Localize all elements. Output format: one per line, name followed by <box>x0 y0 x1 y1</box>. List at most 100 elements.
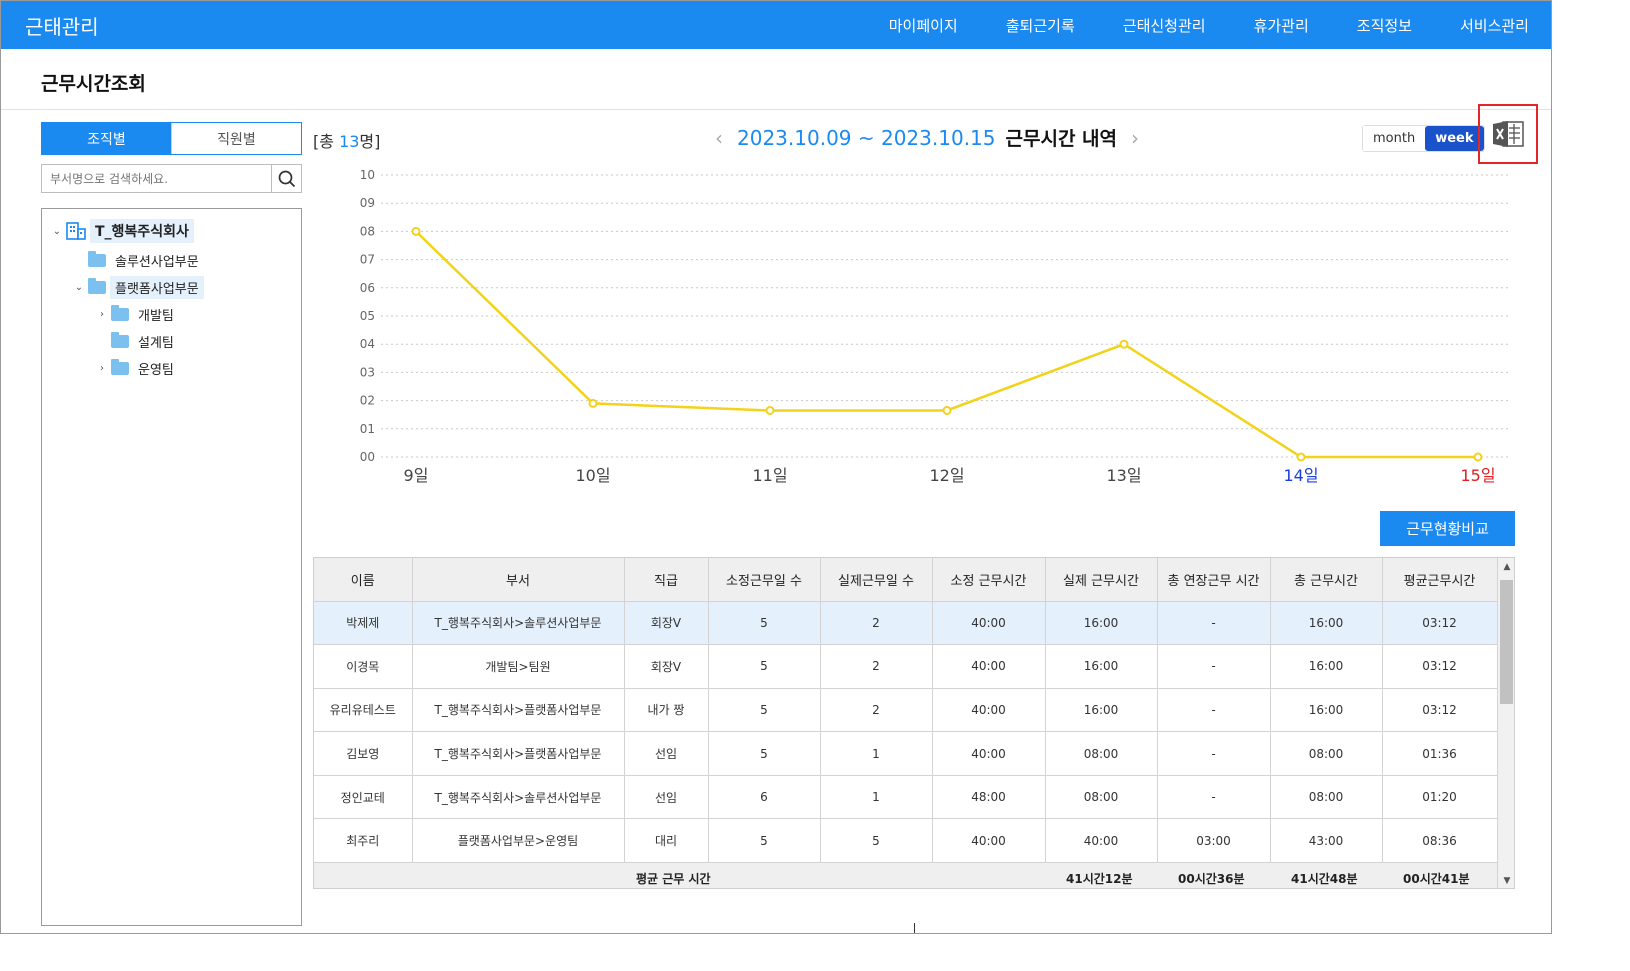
month-button[interactable]: month <box>1363 126 1426 151</box>
cell-overtime: - <box>1157 775 1271 820</box>
tree-node-design[interactable]: 설계팀 <box>97 330 179 353</box>
compare-status-button[interactable]: 근무현황비교 <box>1380 511 1515 546</box>
chevron-down-icon[interactable]: ⌄ <box>74 282 84 293</box>
search-button[interactable] <box>271 165 301 192</box>
folder-icon <box>111 359 129 375</box>
app-title[interactable]: 근태관리 <box>25 11 99 40</box>
range-title: 근무시간 내역 <box>1005 128 1118 150</box>
cell-avg-hours: 03:12 <box>1382 644 1498 689</box>
text-cursor <box>914 923 915 933</box>
table-row[interactable]: 최주리 플랫폼사업부문>운영팀 대리 5 5 40:00 40:00 03:00 43:00 08… <box>314 818 1498 864</box>
col-scheduled-days[interactable]: 소정근무일 수 <box>708 558 821 602</box>
cell-name: 정인교테 <box>314 775 413 820</box>
cell-scheduled-hours: 48:00 <box>932 775 1046 820</box>
cell-scheduled-days: 6 <box>708 775 821 820</box>
cell-position: 회장V <box>624 644 709 689</box>
table-row[interactable]: 이경목 개발팀>팀원 회장V 5 2 40:00 16:00-16:00 03:12 <box>314 644 1498 689</box>
cell-position: 내가 짱 <box>624 688 709 733</box>
cell-actual-days: 1 <box>820 731 933 776</box>
x-tick-label: 10일 <box>575 466 610 485</box>
nav-org-info[interactable]: 조직정보 <box>1357 15 1412 36</box>
table-scrollbar[interactable]: ▲ ▼ <box>1497 558 1514 888</box>
cell-name: 유리유테스트 <box>314 688 413 733</box>
cell-actual-hours: 16:00 <box>1045 644 1158 689</box>
cell-actual-days: 2 <box>820 688 933 733</box>
cell-overtime: - <box>1157 731 1271 776</box>
col-overtime[interactable]: 총 연장근무 시간 <box>1157 558 1271 602</box>
folder-icon <box>111 332 129 348</box>
cell-dept: T_행복주식회사>솔루션사업부문 <box>412 601 625 646</box>
data-point <box>942 405 952 415</box>
prev-week-button[interactable]: ‹ <box>701 126 737 150</box>
table-row[interactable]: 김보영 T_행복주식회사>플랫폼사업부문 선임 5 1 40:00 08:00-08:00 0… <box>314 731 1498 776</box>
tree-node-solution[interactable]: 솔루션사업부문 <box>74 249 204 272</box>
tab-by-employee[interactable]: 직원별 <box>171 123 301 154</box>
cell-avg-hours: 08:36 <box>1382 818 1498 864</box>
chevron-right-icon[interactable]: › <box>97 309 107 320</box>
tree-node-root[interactable]: ⌄ T_행복주식회사 <box>52 219 194 243</box>
table-footer: 평균 근무 시간 41시간12분 00시간36분 41시간48분 00시간41분 <box>314 862 1497 888</box>
table-row[interactable]: 박제제 T_행복주식회사>솔루션사업부문 회장V 5 2 40:00 16:00-16:00… <box>314 601 1498 646</box>
cell-scheduled-hours: 40:00 <box>932 688 1046 733</box>
excel-download-button[interactable] <box>1478 104 1538 164</box>
folder-icon <box>111 305 129 321</box>
total-suffix: 명] <box>359 132 381 151</box>
nav-mypage[interactable]: 마이페이지 <box>889 15 958 36</box>
nav-attendance-record[interactable]: 출퇴근기록 <box>1006 15 1075 36</box>
date-range: 2023.10.09 ~ 2023.10.15 <box>737 125 996 150</box>
data-point <box>1119 339 1129 349</box>
footer-actual: 41시간12분 <box>1066 872 1133 886</box>
cell-actual-days: 2 <box>820 644 933 689</box>
folder-icon <box>88 251 106 267</box>
table-row[interactable]: 유리유테스트 T_행복주식회사>플랫폼사업부문 내가 짱 5 2 40:00 16:00-1… <box>314 688 1498 733</box>
tree-node-dev[interactable]: › 개발팀 <box>97 303 179 326</box>
chevron-down-icon[interactable]: ⌄ <box>52 226 62 237</box>
cell-scheduled-days: 5 <box>708 731 821 776</box>
col-total-hours[interactable]: 총 근무시간 <box>1270 558 1383 602</box>
cell-scheduled-hours: 40:00 <box>932 731 1046 776</box>
cell-scheduled-hours: 40:00 <box>932 644 1046 689</box>
cell-dept: 개발팀>팀원 <box>412 644 625 689</box>
col-dept[interactable]: 부서 <box>412 558 625 602</box>
cell-actual-hours: 08:00 <box>1045 731 1158 776</box>
tree-label: T_행복주식회사 <box>90 219 194 243</box>
tree-label: 설계팀 <box>138 336 174 351</box>
x-tick-label: 11일 <box>752 466 787 485</box>
dept-search-input[interactable] <box>42 165 271 192</box>
scroll-up-icon[interactable]: ▲ <box>1498 558 1514 576</box>
work-hours-chart: 00 01 02 03 04 05 06 07 08 09 10 9일 10일 11일 12일 13일 14일 1… <box>360 168 1511 485</box>
scroll-thumb[interactable] <box>1500 580 1513 704</box>
chevron-right-icon[interactable]: › <box>97 363 107 374</box>
col-avg-hours[interactable]: 평균근무시간 <box>1382 558 1498 602</box>
scroll-down-icon[interactable]: ▼ <box>1498 872 1514 888</box>
excel-export-icon <box>1493 121 1524 147</box>
cell-scheduled-days: 5 <box>708 601 821 646</box>
data-point <box>1473 452 1483 462</box>
nav-service-management[interactable]: 서비스관리 <box>1460 15 1529 36</box>
nav-request-management[interactable]: 근태신청관리 <box>1123 15 1206 36</box>
nav-leave-management[interactable]: 휴가관리 <box>1254 15 1309 36</box>
tree-node-platform[interactable]: ⌄ 플랫폼사업부문 <box>74 276 204 299</box>
col-position[interactable]: 직급 <box>624 558 709 602</box>
cell-position: 선임 <box>624 775 709 820</box>
app-frame: 근태관리 마이페이지 출퇴근기록 근태신청관리 휴가관리 조직정보 서비스관리 … <box>0 0 1552 934</box>
footer-label: 평균 근무 시간 <box>636 872 711 886</box>
next-week-button[interactable]: › <box>1117 126 1153 150</box>
x-tick-label: 14일 <box>1283 466 1318 485</box>
cell-actual-hours: 16:00 <box>1045 688 1158 733</box>
tab-by-org[interactable]: 조직별 <box>42 123 171 154</box>
col-scheduled-hours[interactable]: 소정 근무시간 <box>932 558 1046 602</box>
tree-node-ops[interactable]: › 운영팀 <box>97 357 179 380</box>
table-row[interactable]: 정인교테 T_행복주식회사>솔루션사업부문 선임 6 1 48:00 08:00-08:00… <box>314 775 1498 820</box>
divider <box>1 109 1551 110</box>
y-tick-label: 04 <box>360 337 375 351</box>
org-tree: ⌄ T_행복주식회사 솔루션사업부문 ⌄ 플랫폼사업부문 › 개발팀 설계팀 ›… <box>41 208 302 926</box>
y-tick-label: 06 <box>360 281 375 295</box>
tree-label: 솔루션사업부문 <box>115 255 199 270</box>
week-button[interactable]: week <box>1425 126 1484 151</box>
cell-dept: T_행복주식회사>플랫폼사업부문 <box>412 688 625 733</box>
cell-total-hours: 43:00 <box>1270 818 1383 864</box>
col-name[interactable]: 이름 <box>314 558 413 602</box>
col-actual-days[interactable]: 실제근무일 수 <box>820 558 933 602</box>
col-actual-hours[interactable]: 실제 근무시간 <box>1045 558 1158 602</box>
